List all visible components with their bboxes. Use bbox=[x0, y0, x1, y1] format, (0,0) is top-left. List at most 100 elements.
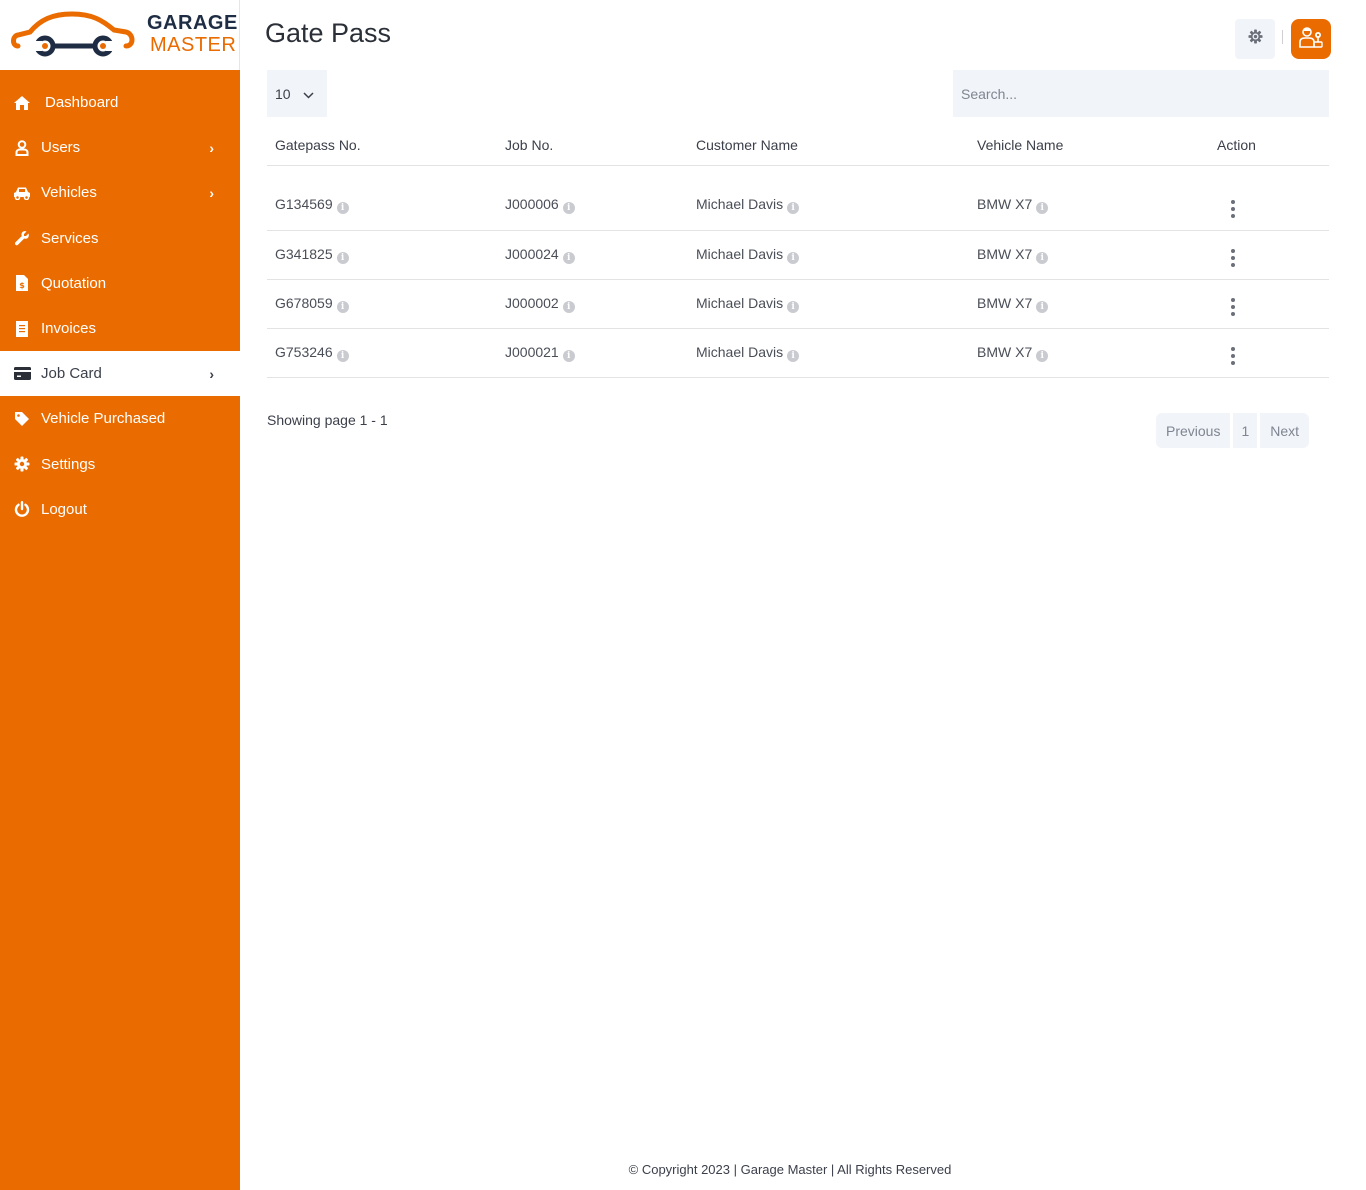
action-cell bbox=[1209, 230, 1329, 280]
brand-line2: MASTER bbox=[150, 34, 237, 56]
gatepass-no: G134569 bbox=[275, 196, 333, 212]
customer-name: Michael Davis bbox=[696, 196, 784, 212]
chevron-right-icon: › bbox=[209, 139, 214, 156]
info-icon[interactable]: i bbox=[562, 300, 575, 313]
sidebar-item-services[interactable]: Services bbox=[0, 216, 240, 261]
page-length-value: 10 bbox=[275, 85, 291, 102]
previous-page-button[interactable]: Previous bbox=[1156, 413, 1231, 448]
gear-icon bbox=[13, 455, 31, 473]
info-icon[interactable]: i bbox=[336, 349, 349, 362]
next-page-button[interactable]: Next bbox=[1260, 413, 1310, 448]
vehicle-cell: BMW X7 i bbox=[969, 328, 1209, 378]
sidebar-item-label: Quotation bbox=[41, 274, 107, 292]
action-cell bbox=[1209, 328, 1329, 378]
info-icon[interactable]: i bbox=[336, 251, 349, 264]
customer-cell: Michael Davis i bbox=[688, 279, 969, 329]
job-no: J000002 bbox=[505, 294, 559, 311]
customer-name: Michael Davis bbox=[696, 294, 784, 311]
info-icon[interactable]: i bbox=[1036, 300, 1049, 313]
user-profile-icon bbox=[1299, 26, 1323, 53]
more-actions-icon[interactable] bbox=[1229, 345, 1237, 367]
info-icon[interactable]: i bbox=[787, 300, 800, 313]
info-icon[interactable]: i bbox=[1036, 349, 1049, 362]
column-header-customer[interactable]: Customer Name bbox=[688, 125, 969, 166]
job-no: J000006 bbox=[505, 196, 559, 212]
column-header-gatepass[interactable]: Gatepass No. bbox=[267, 125, 497, 166]
brand-logo[interactable]: GARAGE MASTER bbox=[0, 0, 240, 70]
page-1-button[interactable]: 1 bbox=[1233, 413, 1258, 448]
customer-name: Michael Davis bbox=[696, 245, 784, 262]
info-icon[interactable]: i bbox=[336, 202, 349, 214]
sidebar-item-dashboard[interactable]: Dashboard bbox=[0, 80, 240, 125]
customer-cell: Michael Davis i bbox=[688, 328, 969, 378]
job-cell: J000006 i bbox=[497, 165, 688, 231]
customer-cell: Michael Davis i bbox=[688, 165, 969, 231]
customer-cell: Michael Davis i bbox=[688, 230, 969, 280]
column-header-action: Action bbox=[1209, 125, 1329, 166]
vehicle-cell: BMW X7 i bbox=[969, 230, 1209, 280]
gatepass-cell: G753246 i bbox=[267, 328, 497, 378]
tag-icon bbox=[13, 410, 31, 428]
chevron-right-icon: › bbox=[209, 184, 214, 201]
table-header-row: Gatepass No. Job No. Customer Name Vehic… bbox=[267, 125, 1329, 166]
info-icon[interactable]: i bbox=[562, 202, 575, 214]
gatepass-cell: G134569 i bbox=[267, 165, 497, 231]
sidebar-item-users[interactable]: Users › bbox=[0, 125, 240, 170]
gear-icon bbox=[1247, 29, 1263, 49]
svg-text:$: $ bbox=[19, 281, 25, 290]
footer-copyright: © Copyright 2023 | Garage Master | All R… bbox=[628, 1162, 952, 1177]
sidebar-item-quotation[interactable]: $ Quotation bbox=[0, 261, 240, 306]
job-cell: J000024 i bbox=[497, 230, 688, 280]
sidebar-item-vehicle-purchased[interactable]: Vehicle Purchased bbox=[0, 396, 240, 441]
gatepass-no: G753246 bbox=[275, 343, 333, 360]
sidebar-item-label: Settings bbox=[41, 455, 96, 473]
sidebar-item-label: Dashboard bbox=[45, 94, 119, 112]
home-icon bbox=[13, 94, 31, 112]
sidebar-item-job-card[interactable]: Job Card › bbox=[0, 351, 240, 397]
more-actions-icon[interactable] bbox=[1229, 296, 1237, 318]
column-header-vehicle[interactable]: Vehicle Name bbox=[969, 125, 1209, 166]
pagination-info: Showing page 1 - 1 bbox=[267, 412, 388, 428]
info-icon[interactable]: i bbox=[1036, 251, 1049, 264]
info-icon[interactable]: i bbox=[336, 300, 349, 313]
sidebar-item-invoices[interactable]: Invoices bbox=[0, 306, 240, 351]
job-no: J000021 bbox=[505, 343, 559, 360]
pagination: Previous 1 Next bbox=[1156, 413, 1310, 448]
gatepass-cell: G678059 i bbox=[267, 279, 497, 329]
user-avatar-button[interactable] bbox=[1291, 19, 1331, 59]
more-actions-icon[interactable] bbox=[1229, 247, 1237, 269]
gatepass-no: G678059 bbox=[275, 294, 333, 311]
info-icon[interactable]: i bbox=[787, 251, 800, 264]
vehicle-name: BMW X7 bbox=[977, 245, 1033, 262]
main-content: Gate Pass 10 Gatepass No. Job No. Custom… bbox=[240, 0, 1366, 1190]
search-input[interactable] bbox=[953, 70, 1329, 117]
info-icon[interactable]: i bbox=[787, 202, 800, 214]
sidebar-item-label: Invoices bbox=[41, 320, 97, 338]
page-length-select[interactable]: 10 bbox=[267, 70, 327, 117]
info-icon[interactable]: i bbox=[562, 251, 575, 264]
sidebar-item-vehicles[interactable]: Vehicles › bbox=[0, 170, 240, 215]
job-cell: J000021 i bbox=[497, 328, 688, 378]
receipt-icon bbox=[13, 320, 31, 338]
vehicle-name: BMW X7 bbox=[977, 294, 1033, 311]
table-row: G678059 i J000002 i Michael Davis i BMW X7 i bbox=[267, 279, 1329, 329]
sidebar-item-label: Services bbox=[41, 229, 99, 247]
sidebar-item-settings[interactable]: Settings bbox=[0, 442, 240, 487]
car-icon bbox=[13, 184, 31, 202]
info-icon[interactable]: i bbox=[1036, 202, 1049, 214]
wrench-icon bbox=[13, 229, 31, 247]
brand-line1: GARAGE bbox=[147, 12, 238, 34]
credit-card-icon bbox=[13, 365, 31, 383]
info-icon[interactable]: i bbox=[787, 349, 800, 362]
customer-name: Michael Davis bbox=[696, 343, 784, 360]
more-actions-icon[interactable] bbox=[1229, 198, 1237, 220]
info-icon[interactable]: i bbox=[562, 349, 575, 362]
gate-pass-table: Gatepass No. Job No. Customer Name Vehic… bbox=[267, 125, 1329, 378]
car-wrench-logo-icon bbox=[11, 11, 135, 57]
sidebar-item-logout[interactable]: Logout bbox=[0, 487, 240, 532]
table-row: G341825 i J000024 i Michael Davis i BMW X7 i bbox=[267, 230, 1329, 280]
vehicle-cell: BMW X7 i bbox=[969, 279, 1209, 329]
header-settings-button[interactable] bbox=[1235, 19, 1275, 59]
chevron-down-icon bbox=[303, 86, 314, 102]
column-header-job[interactable]: Job No. bbox=[497, 125, 688, 166]
